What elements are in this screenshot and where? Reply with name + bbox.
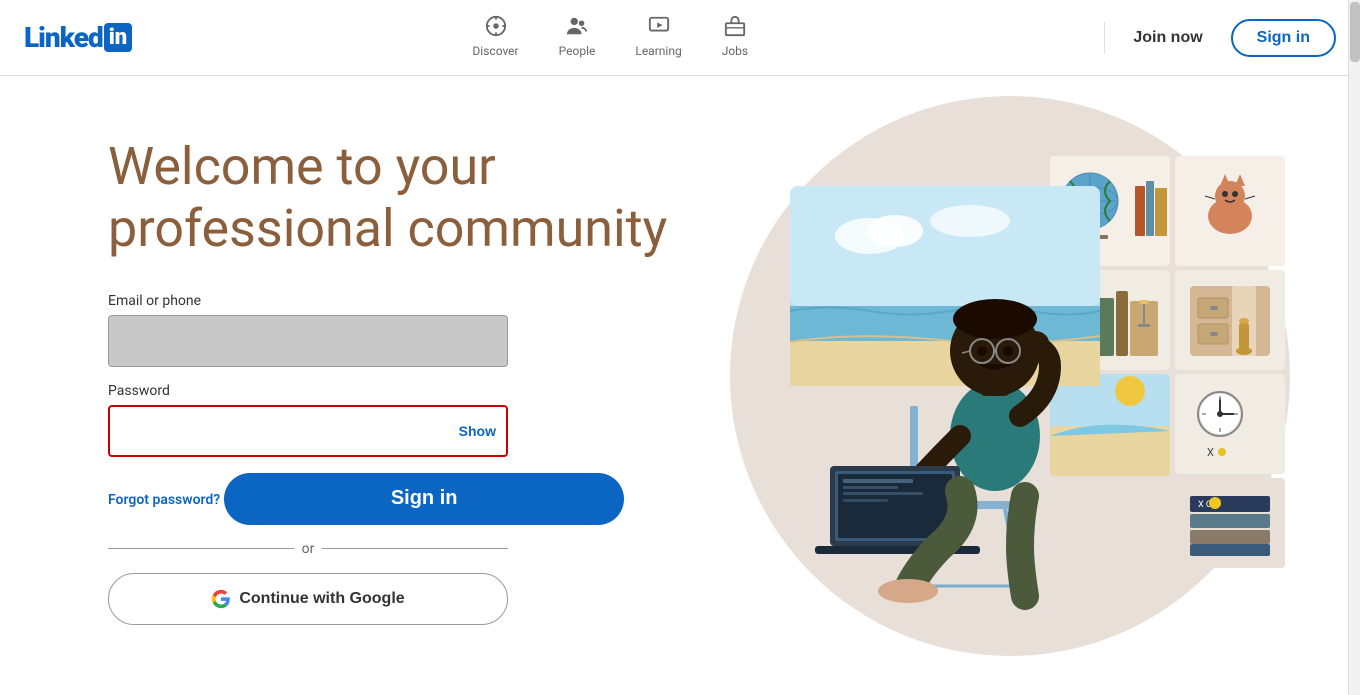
main-content: Welcome to your professional community E… bbox=[0, 76, 1360, 695]
google-icon bbox=[211, 589, 231, 609]
or-text: or bbox=[302, 541, 315, 557]
email-form-group: Email or phone bbox=[108, 293, 508, 367]
right-panel: X X O bbox=[680, 76, 1360, 695]
password-form-group: Password Show bbox=[108, 383, 508, 457]
or-divider: or bbox=[108, 541, 508, 557]
nav-item-discover[interactable]: Discover bbox=[456, 7, 534, 68]
illustration-container: X X O bbox=[710, 76, 1330, 695]
google-button-label: Continue with Google bbox=[239, 590, 404, 608]
password-wrapper: Show bbox=[108, 405, 508, 457]
discover-icon bbox=[485, 15, 507, 42]
logo-text: Linked bbox=[24, 21, 103, 54]
jobs-icon bbox=[724, 15, 746, 42]
scrollbar[interactable] bbox=[1348, 0, 1360, 695]
nav-label-discover: Discover bbox=[472, 44, 518, 58]
nav-label-learning: Learning bbox=[635, 44, 681, 58]
show-password-button[interactable]: Show bbox=[459, 423, 496, 439]
nav-label-people: People bbox=[559, 44, 596, 58]
header-actions: Join now Sign in bbox=[1104, 19, 1336, 57]
nav-item-learning[interactable]: Learning bbox=[619, 7, 697, 68]
or-line-left bbox=[108, 548, 294, 549]
logo[interactable]: Linkedin bbox=[24, 21, 132, 54]
learning-icon bbox=[648, 15, 670, 42]
nav-item-jobs[interactable]: Jobs bbox=[706, 7, 764, 68]
forgot-password-link[interactable]: Forgot password? bbox=[108, 492, 220, 508]
logo-box: in bbox=[104, 23, 132, 52]
join-now-button[interactable]: Join now bbox=[1117, 21, 1218, 55]
email-input[interactable] bbox=[108, 315, 508, 367]
main-illustration: X X O bbox=[710, 76, 1330, 695]
sign-in-main-button[interactable]: Sign in bbox=[224, 473, 624, 525]
header-divider bbox=[1104, 22, 1105, 54]
scrollbar-thumb[interactable] bbox=[1350, 2, 1360, 62]
welcome-title: Welcome to your professional community bbox=[108, 136, 668, 261]
password-input[interactable] bbox=[108, 405, 508, 457]
google-signin-button[interactable]: Continue with Google bbox=[108, 573, 508, 625]
sign-in-header-button[interactable]: Sign in bbox=[1231, 19, 1336, 57]
header-left: Linkedin bbox=[24, 21, 132, 54]
left-panel: Welcome to your professional community E… bbox=[0, 76, 680, 695]
nav-label-jobs: Jobs bbox=[722, 44, 748, 58]
header-nav: Discover People Learning Jobs bbox=[456, 7, 764, 68]
email-label: Email or phone bbox=[108, 293, 508, 309]
header: Linkedin Discover People Learning Job bbox=[0, 0, 1360, 76]
or-line-right bbox=[322, 548, 508, 549]
people-icon bbox=[566, 15, 588, 42]
password-label: Password bbox=[108, 383, 508, 399]
nav-item-people[interactable]: People bbox=[543, 7, 612, 68]
svg-text:X: X bbox=[1207, 446, 1214, 459]
